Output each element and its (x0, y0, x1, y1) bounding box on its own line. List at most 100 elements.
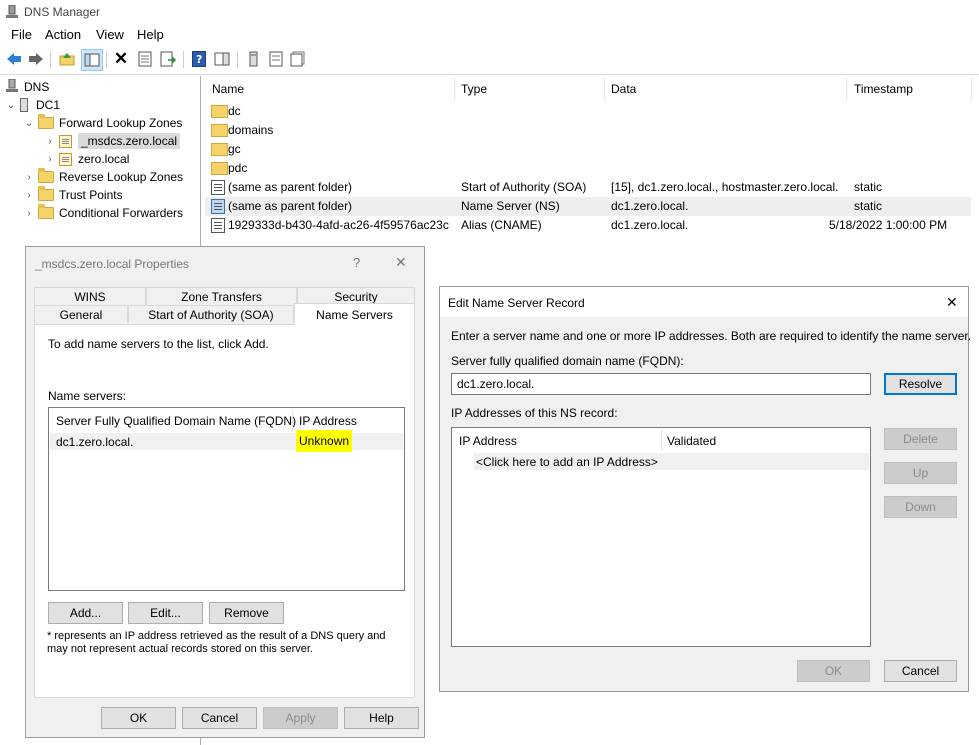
list-item[interactable]: domains (205, 121, 971, 140)
menu-help[interactable]: Help (137, 27, 164, 42)
ip-addresses-table[interactable]: IP Address Validated <Click here to add … (451, 427, 871, 647)
tree-node-dc1[interactable]: ⌄ DC1 (6, 96, 60, 114)
cancel-button[interactable]: Cancel (182, 707, 257, 729)
tab-soa[interactable]: Start of Authority (SOA) (128, 305, 294, 323)
chevron-right-icon[interactable]: › (24, 172, 34, 183)
ok-button[interactable]: OK (797, 660, 870, 682)
close-icon[interactable]: ✕ (395, 254, 407, 271)
record-name: 1929333d-b430-4afd-ac26-4f59576ac23c (228, 218, 449, 232)
table-row[interactable]: (same as parent folder) Start of Authori… (205, 178, 971, 197)
window-title: DNS Manager (24, 5, 101, 19)
list-item[interactable]: gc (205, 140, 971, 159)
column-header-timestamp[interactable]: Timestamp (854, 82, 913, 96)
column-divider[interactable] (604, 78, 605, 100)
column-header-ip[interactable]: IP Address (459, 434, 517, 448)
record-data: dc1.zero.local. (611, 218, 689, 232)
column-header-name[interactable]: Name (212, 82, 244, 96)
column-header-fqdn[interactable]: Server Fully Qualified Domain Name (FQDN… (56, 414, 296, 428)
column-divider[interactable] (661, 430, 662, 450)
folder-icon (211, 105, 228, 118)
delete-button[interactable]: Delete (884, 428, 957, 450)
column-divider[interactable] (292, 410, 293, 432)
up-folder-icon[interactable] (58, 50, 76, 68)
record-data: [15], dc1.zero.local., hostmaster.zero.l… (611, 180, 839, 194)
folder-icon (38, 114, 54, 129)
cancel-button[interactable]: Cancel (884, 660, 957, 682)
resolve-button[interactable]: Resolve (884, 373, 957, 395)
help-button[interactable]: Help (344, 707, 419, 729)
help-icon[interactable]: ? (190, 50, 208, 68)
name-servers-label: Name servers: (48, 389, 127, 403)
tree-node-conditional-forwarders[interactable]: › Conditional Forwarders (24, 204, 183, 222)
add-ip-row[interactable]: <Click here to add an IP Address> (474, 453, 869, 470)
column-divider[interactable] (846, 78, 847, 100)
chevron-right-icon[interactable]: › (24, 208, 34, 219)
tree-node-reverse-zones[interactable]: › Reverse Lookup Zones (24, 168, 183, 186)
back-arrow-icon[interactable] (5, 50, 23, 68)
column-header-data[interactable]: Data (611, 82, 636, 96)
column-header-type[interactable]: Type (461, 82, 487, 96)
chevron-down-icon[interactable]: ⌄ (24, 118, 34, 129)
export-icon[interactable] (159, 50, 177, 68)
column-divider[interactable] (454, 78, 455, 100)
forward-arrow-icon[interactable] (27, 50, 45, 68)
show-hide-tree-icon[interactable] (81, 49, 103, 71)
tab-general[interactable]: General (34, 305, 128, 323)
list-item[interactable]: pdc (205, 159, 971, 178)
table-row[interactable]: 1929333d-b430-4afd-ac26-4f59576ac23c Ali… (205, 216, 971, 235)
down-button[interactable]: Down (884, 496, 957, 518)
tab-wins[interactable]: WINS (34, 287, 146, 305)
ns-ip-status: Unknown (296, 430, 353, 452)
tree-node-trust-points[interactable]: › Trust Points (24, 186, 123, 204)
menu-view[interactable]: View (96, 27, 124, 42)
dialog-title-bar: Edit Name Server Record ✕ (440, 287, 968, 317)
tree-node-forward-zones[interactable]: ⌄ Forward Lookup Zones (24, 114, 182, 132)
chevron-right-icon[interactable]: › (24, 190, 34, 201)
fqdn-input[interactable]: dc1.zero.local. (451, 373, 871, 395)
column-header-validated[interactable]: Validated (667, 434, 716, 448)
tree-node-zero-local[interactable]: › zero.local (45, 150, 129, 168)
dns-manager-icon (6, 4, 18, 19)
list-item[interactable]: dc (205, 102, 971, 121)
chevron-down-icon[interactable]: ⌄ (6, 100, 16, 111)
delete-icon[interactable]: ✕ (112, 49, 130, 68)
action-pane-icon[interactable] (213, 50, 231, 68)
column-divider[interactable] (971, 78, 972, 100)
table-row[interactable]: (same as parent folder) Name Server (NS)… (205, 197, 971, 216)
apply-button[interactable]: Apply (263, 707, 338, 729)
toolbar-separator (50, 51, 51, 68)
tree-node-msdcs-zone[interactable]: › _msdcs.zero.local (45, 132, 181, 150)
chevron-right-icon[interactable]: › (45, 154, 55, 165)
tree-node-dns[interactable]: DNS (6, 78, 49, 96)
fqdn-value: dc1.zero.local. (457, 377, 535, 391)
properties-icon[interactable] (136, 50, 154, 68)
window-title-bar: DNS Manager (0, 0, 979, 24)
zone-icon[interactable] (267, 50, 285, 68)
help-icon[interactable]: ? (353, 255, 360, 270)
ns-fqdn: dc1.zero.local. (56, 435, 134, 449)
ok-button[interactable]: OK (101, 707, 176, 729)
record-type: Name Server (NS) (461, 199, 560, 213)
chevron-right-icon[interactable]: › (45, 136, 55, 147)
table-row[interactable]: dc1.zero.local. Unknown (50, 430, 403, 452)
name-servers-table[interactable]: Server Fully Qualified Domain Name (FQDN… (48, 407, 405, 591)
fqdn-label: Server fully qualified domain name (FQDN… (451, 354, 684, 368)
column-header-ip[interactable]: IP Address (299, 414, 357, 428)
toolbar: ✕ ? (0, 46, 979, 75)
edit-button[interactable]: Edit... (128, 602, 203, 624)
menu-file[interactable]: File (11, 27, 32, 42)
folder-icon (38, 168, 54, 183)
toolbar-separator (106, 51, 107, 68)
tab-zone-transfers[interactable]: Zone Transfers (146, 287, 297, 305)
toolbar-separator (183, 51, 184, 68)
dns-record-icon (211, 180, 225, 195)
menu-action[interactable]: Action (45, 27, 81, 42)
tab-name-servers[interactable]: Name Servers (294, 303, 415, 325)
zone-icon (59, 152, 72, 166)
remove-button[interactable]: Remove (209, 602, 284, 624)
server-icon[interactable] (245, 50, 263, 68)
close-icon[interactable]: ✕ (946, 294, 958, 311)
add-button[interactable]: Add... (48, 602, 123, 624)
up-button[interactable]: Up (884, 462, 957, 484)
records-icon[interactable] (289, 50, 307, 68)
